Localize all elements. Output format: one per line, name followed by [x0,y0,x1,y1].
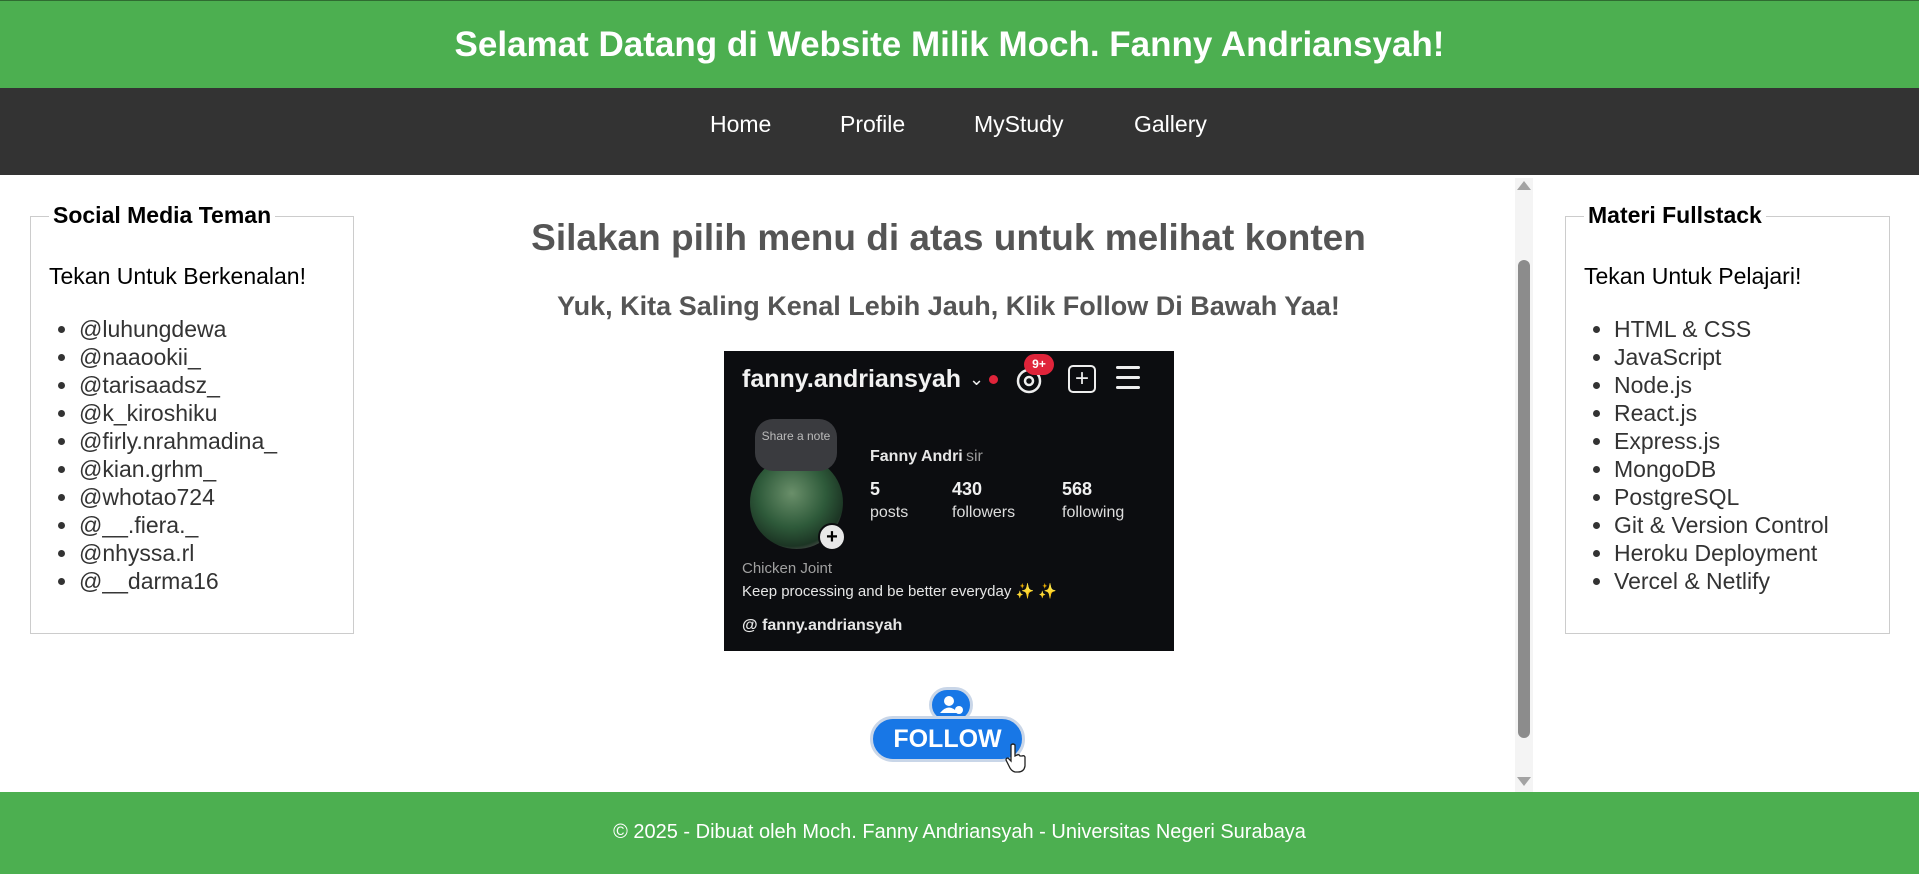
fullstack-intro: Tekan Untuk Pelajari! [1584,263,1802,289]
fullstack-legend: Materi Fullstack [1584,202,1766,229]
material-link[interactable]: HTML & CSS [1614,315,1829,343]
stat-following: 568 following [1062,479,1124,522]
material-link[interactable]: React.js [1614,399,1829,427]
scrollbar-thumb[interactable] [1518,260,1530,738]
profile-pronoun: sir [966,448,983,465]
page-title: Selamat Datang di Website Milik Moch. Fa… [454,25,1445,64]
stat-label: posts [870,504,909,521]
sparkles-icon: ✨ ✨ [1015,583,1058,600]
social-link[interactable]: @luhungdewa [79,315,277,343]
main-heading: Silakan pilih menu di atas untuk melihat… [531,217,1366,258]
hamburger-menu-icon [1116,366,1140,396]
site-footer: © 2025 - Dibuat oleh Moch. Fanny Andrian… [0,792,1919,874]
stat-posts: 5 posts [870,479,908,522]
material-link[interactable]: PostgreSQL [1614,483,1829,511]
nav-item-profile[interactable]: Profile [840,111,905,138]
material-link[interactable]: JavaScript [1614,343,1829,371]
main-nav: Home Profile MyStudy Gallery [0,88,1919,175]
profile-bio: Keep processing and be better everyday ✨… [742,582,1057,600]
stat-label: following [1062,504,1125,521]
nav-item-mystudy[interactable]: MyStudy [974,111,1063,138]
share-note-bubble: Share a note [755,419,837,471]
profile-full-name: Fanny Andri [870,448,963,465]
social-link[interactable]: @nhyssa.rl [79,539,277,567]
material-link[interactable]: Git & Version Control [1614,511,1829,539]
fullstack-materials-box: Materi Fullstack Tekan Untuk Pelajari! H… [1565,202,1890,634]
notification-badge: 9+ [1024,354,1054,375]
social-link[interactable]: @k_kiroshiku [79,399,277,427]
social-link[interactable]: @firly.nrahmadina_ [79,427,277,455]
social-link[interactable]: @__.fiera._ [79,511,277,539]
social-media-legend: Social Media Teman [49,202,276,229]
material-link[interactable]: Express.js [1614,427,1829,455]
social-link[interactable]: @whotao724 [79,483,277,511]
stat-label: followers [952,504,1016,521]
nav-item-gallery[interactable]: Gallery [1134,111,1207,138]
fullstack-list: HTML & CSS JavaScript Node.js React.js E… [1584,315,1829,595]
social-link[interactable]: @kian.grhm_ [79,455,277,483]
stat-followers: 430 followers [952,479,1015,522]
scroll-up-arrow-icon[interactable] [1517,181,1531,190]
profile-category: Chicken Joint [742,560,833,577]
social-link[interactable]: @naaookii_ [79,343,277,371]
material-link[interactable]: Node.js [1614,371,1829,399]
stat-number: 5 [870,479,881,499]
footer-text: © 2025 - Dibuat oleh Moch. Fanny Andrian… [613,821,1306,843]
material-link[interactable]: MongoDB [1614,455,1829,483]
nav-item-home[interactable]: Home [710,111,771,138]
instagram-profile-image: fanny.andriansyah ⌄ 9+ + Share a note + … [724,351,1174,651]
chevron-down-icon: ⌄ [969,369,985,389]
profile-username: fanny.andriansyah [742,365,962,393]
site-header: Selamat Datang di Website Milik Moch. Fa… [0,0,1919,88]
hand-pointer-icon [1005,743,1026,773]
material-link[interactable]: Vercel & Netlify [1614,567,1829,595]
threads-small-icon: @ [742,617,758,634]
social-media-list: @luhungdewa @naaookii_ @tarisaadsz_ @k_k… [49,315,277,595]
social-link[interactable]: @__darma16 [79,567,277,595]
follow-button[interactable]: FOLLOW [870,716,1025,762]
plus-square-icon: + [1068,365,1096,393]
threads-link: @ fanny.andriansyah [742,617,902,635]
social-media-intro: Tekan Untuk Berkenalan! [49,263,306,289]
add-story-icon: + [818,523,846,551]
social-media-box: Social Media Teman Tekan Untuk Berkenala… [30,202,354,634]
threads-handle: fanny.andriansyah [762,617,903,634]
social-link[interactable]: @tarisaadsz_ [79,371,277,399]
profile-bio-text: Keep processing and be better everyday [742,583,1012,600]
material-link[interactable]: Heroku Deployment [1614,539,1829,567]
scroll-down-arrow-icon[interactable] [1517,777,1531,786]
stat-number: 430 [952,479,983,499]
notification-dot [989,375,998,384]
stat-number: 568 [1062,479,1093,499]
main-subheading: Yuk, Kita Saling Kenal Lebih Jauh, Klik … [557,291,1340,321]
